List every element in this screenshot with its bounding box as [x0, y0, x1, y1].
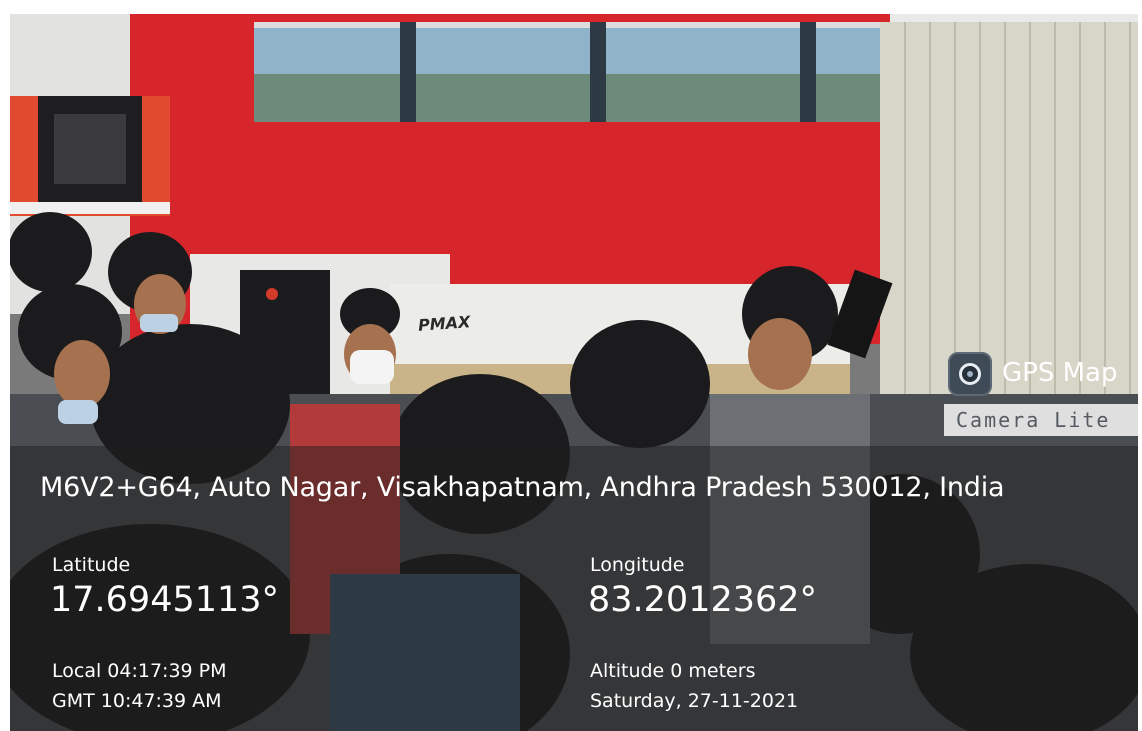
- watermark-title: GPS Map: [1002, 358, 1118, 388]
- gps-map-camera-watermark: GPS Map Camera Lite: [944, 348, 1138, 440]
- location-overlay: M6V2+G64, Auto Nagar, Visakhapatnam, And…: [10, 446, 1138, 731]
- pmax-machine-label: PMAX: [417, 312, 471, 335]
- date-text: Saturday, 27-11-2021: [590, 690, 799, 712]
- local-time: Local 04:17:39 PM: [52, 660, 227, 682]
- latitude-value: 17.6945113°: [50, 580, 280, 620]
- gmt-time: GMT 10:47:39 AM: [52, 690, 222, 712]
- camera-lens-icon: [948, 352, 992, 396]
- address-text: M6V2+G64, Auto Nagar, Visakhapatnam, And…: [40, 472, 1005, 503]
- photo-frame: PMAX GPS Map Camera Lite M6V2+G64, Auto …: [10, 14, 1138, 731]
- altitude-text: Altitude 0 meters: [590, 660, 756, 682]
- watermark-subtitle: Camera Lite: [944, 404, 1138, 436]
- longitude-label: Longitude: [590, 554, 685, 576]
- longitude-value: 83.2012362°: [588, 580, 818, 620]
- latitude-label: Latitude: [52, 554, 131, 576]
